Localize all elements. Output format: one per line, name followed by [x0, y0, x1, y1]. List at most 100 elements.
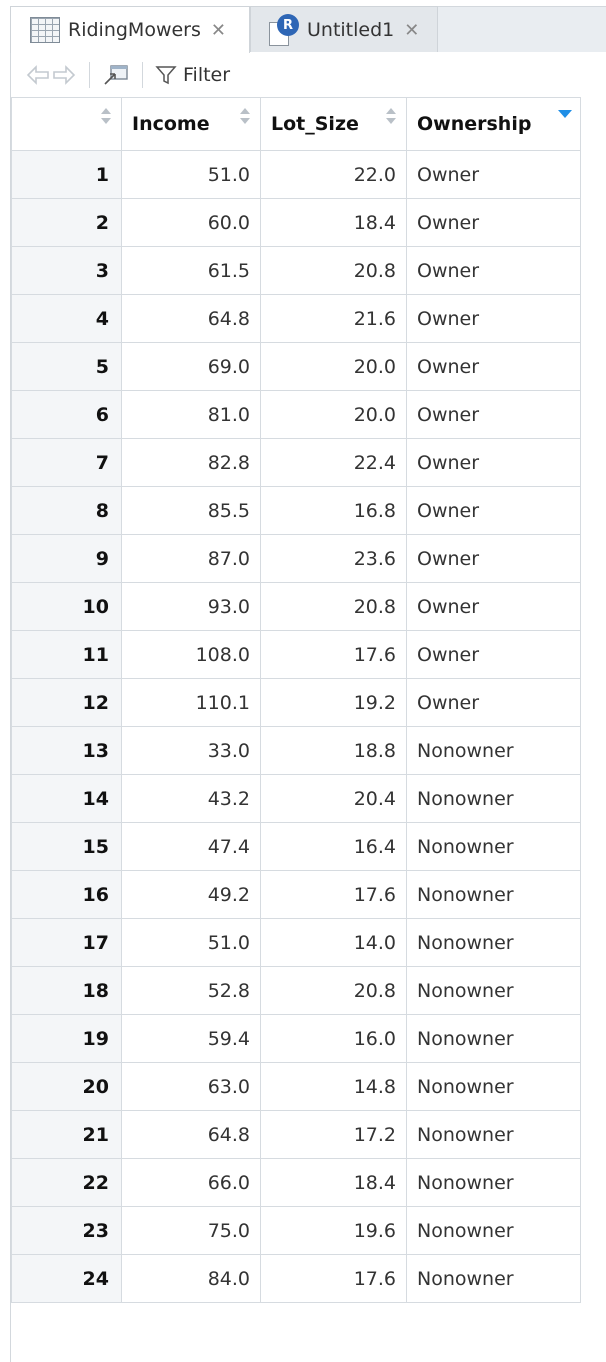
income-cell[interactable]: 87.0 — [121, 534, 261, 583]
income-cell[interactable]: 75.0 — [121, 1206, 261, 1255]
ownership-cell[interactable]: Owner — [406, 534, 581, 583]
sort-icon[interactable] — [386, 108, 396, 126]
income-cell[interactable]: 47.4 — [121, 822, 261, 871]
income-cell[interactable]: 63.0 — [121, 1062, 261, 1111]
ownership-cell[interactable]: Nonowner — [406, 1110, 581, 1159]
income-cell[interactable]: 85.5 — [121, 486, 261, 535]
row-index-cell[interactable]: 24 — [11, 1254, 122, 1303]
income-cell[interactable]: 82.8 — [121, 438, 261, 487]
lot-size-cell[interactable]: 18.4 — [260, 198, 407, 247]
lot-size-cell[interactable]: 16.4 — [260, 822, 407, 871]
row-index-cell[interactable]: 22 — [11, 1158, 122, 1207]
lot-size-cell[interactable]: 21.6 — [260, 294, 407, 343]
row-index-cell[interactable]: 12 — [11, 678, 122, 727]
income-cell[interactable]: 43.2 — [121, 774, 261, 823]
row-index-cell[interactable]: 1 — [11, 150, 122, 199]
income-cell[interactable]: 93.0 — [121, 582, 261, 631]
row-index-cell[interactable]: 5 — [11, 342, 122, 391]
income-cell[interactable]: 59.4 — [121, 1014, 261, 1063]
column-header-lot-size[interactable]: Lot_Size — [260, 97, 407, 151]
income-cell[interactable]: 52.8 — [121, 966, 261, 1015]
row-index-cell[interactable]: 7 — [11, 438, 122, 487]
income-cell[interactable]: 64.8 — [121, 1110, 261, 1159]
ownership-cell[interactable]: Owner — [406, 438, 581, 487]
lot-size-cell[interactable]: 22.4 — [260, 438, 407, 487]
ownership-cell[interactable]: Nonowner — [406, 870, 581, 919]
tab-ridingmowers[interactable]: RidingMowers ✕ — [10, 6, 250, 53]
income-cell[interactable]: 51.0 — [121, 918, 261, 967]
income-cell[interactable]: 64.8 — [121, 294, 261, 343]
lot-size-cell[interactable]: 18.8 — [260, 726, 407, 775]
row-index-cell[interactable]: 16 — [11, 870, 122, 919]
row-index-cell[interactable]: 10 — [11, 582, 122, 631]
column-header-index[interactable] — [11, 97, 122, 151]
income-cell[interactable]: 49.2 — [121, 870, 261, 919]
row-index-cell[interactable]: 3 — [11, 246, 122, 295]
lot-size-cell[interactable]: 16.0 — [260, 1014, 407, 1063]
row-index-cell[interactable]: 14 — [11, 774, 122, 823]
row-index-cell[interactable]: 20 — [11, 1062, 122, 1111]
ownership-cell[interactable]: Owner — [406, 294, 581, 343]
ownership-cell[interactable]: Owner — [406, 150, 581, 199]
lot-size-cell[interactable]: 17.2 — [260, 1110, 407, 1159]
back-arrow-icon[interactable] — [25, 64, 51, 86]
ownership-cell[interactable]: Nonowner — [406, 774, 581, 823]
income-cell[interactable]: 33.0 — [121, 726, 261, 775]
income-cell[interactable]: 66.0 — [121, 1158, 261, 1207]
filter-button[interactable]: Filter — [155, 64, 230, 86]
row-index-cell[interactable]: 13 — [11, 726, 122, 775]
lot-size-cell[interactable]: 20.8 — [260, 966, 407, 1015]
ownership-cell[interactable]: Nonowner — [406, 918, 581, 967]
ownership-cell[interactable]: Nonowner — [406, 1062, 581, 1111]
lot-size-cell[interactable]: 22.0 — [260, 150, 407, 199]
row-index-cell[interactable]: 19 — [11, 1014, 122, 1063]
lot-size-cell[interactable]: 19.2 — [260, 678, 407, 727]
row-index-cell[interactable]: 6 — [11, 390, 122, 439]
income-cell[interactable]: 61.5 — [121, 246, 261, 295]
income-cell[interactable]: 81.0 — [121, 390, 261, 439]
lot-size-cell[interactable]: 23.6 — [260, 534, 407, 583]
ownership-cell[interactable]: Owner — [406, 678, 581, 727]
lot-size-cell[interactable]: 17.6 — [260, 1254, 407, 1303]
ownership-cell[interactable]: Owner — [406, 582, 581, 631]
row-index-cell[interactable]: 23 — [11, 1206, 122, 1255]
row-index-cell[interactable]: 11 — [11, 630, 122, 679]
income-cell[interactable]: 108.0 — [121, 630, 261, 679]
lot-size-cell[interactable]: 16.8 — [260, 486, 407, 535]
ownership-cell[interactable]: Owner — [406, 246, 581, 295]
lot-size-cell[interactable]: 20.0 — [260, 342, 407, 391]
row-index-cell[interactable]: 17 — [11, 918, 122, 967]
tab-untitled1[interactable]: R Untitled1 ✕ — [250, 6, 438, 53]
ownership-cell[interactable]: Owner — [406, 630, 581, 679]
lot-size-cell[interactable]: 20.8 — [260, 582, 407, 631]
forward-arrow-icon[interactable] — [51, 64, 77, 86]
ownership-cell[interactable]: Owner — [406, 486, 581, 535]
sort-descending-icon[interactable] — [558, 110, 572, 118]
ownership-cell[interactable]: Nonowner — [406, 822, 581, 871]
row-index-cell[interactable]: 21 — [11, 1110, 122, 1159]
lot-size-cell[interactable]: 14.8 — [260, 1062, 407, 1111]
income-cell[interactable]: 51.0 — [121, 150, 261, 199]
income-cell[interactable]: 60.0 — [121, 198, 261, 247]
ownership-cell[interactable]: Nonowner — [406, 1206, 581, 1255]
ownership-cell[interactable]: Nonowner — [406, 1254, 581, 1303]
row-index-cell[interactable]: 18 — [11, 966, 122, 1015]
income-cell[interactable]: 110.1 — [121, 678, 261, 727]
ownership-cell[interactable]: Nonowner — [406, 966, 581, 1015]
lot-size-cell[interactable]: 20.4 — [260, 774, 407, 823]
sort-icon[interactable] — [101, 108, 111, 126]
ownership-cell[interactable]: Nonowner — [406, 1158, 581, 1207]
lot-size-cell[interactable]: 17.6 — [260, 870, 407, 919]
sort-icon[interactable] — [240, 108, 250, 126]
ownership-cell[interactable]: Nonowner — [406, 1014, 581, 1063]
income-cell[interactable]: 84.0 — [121, 1254, 261, 1303]
ownership-cell[interactable]: Owner — [406, 390, 581, 439]
popout-window-icon[interactable] — [102, 63, 130, 87]
close-icon[interactable]: ✕ — [211, 20, 226, 41]
lot-size-cell[interactable]: 20.0 — [260, 390, 407, 439]
row-index-cell[interactable]: 15 — [11, 822, 122, 871]
column-header-ownership[interactable]: Ownership — [406, 97, 581, 151]
ownership-cell[interactable]: Nonowner — [406, 726, 581, 775]
ownership-cell[interactable]: Owner — [406, 342, 581, 391]
row-index-cell[interactable]: 4 — [11, 294, 122, 343]
